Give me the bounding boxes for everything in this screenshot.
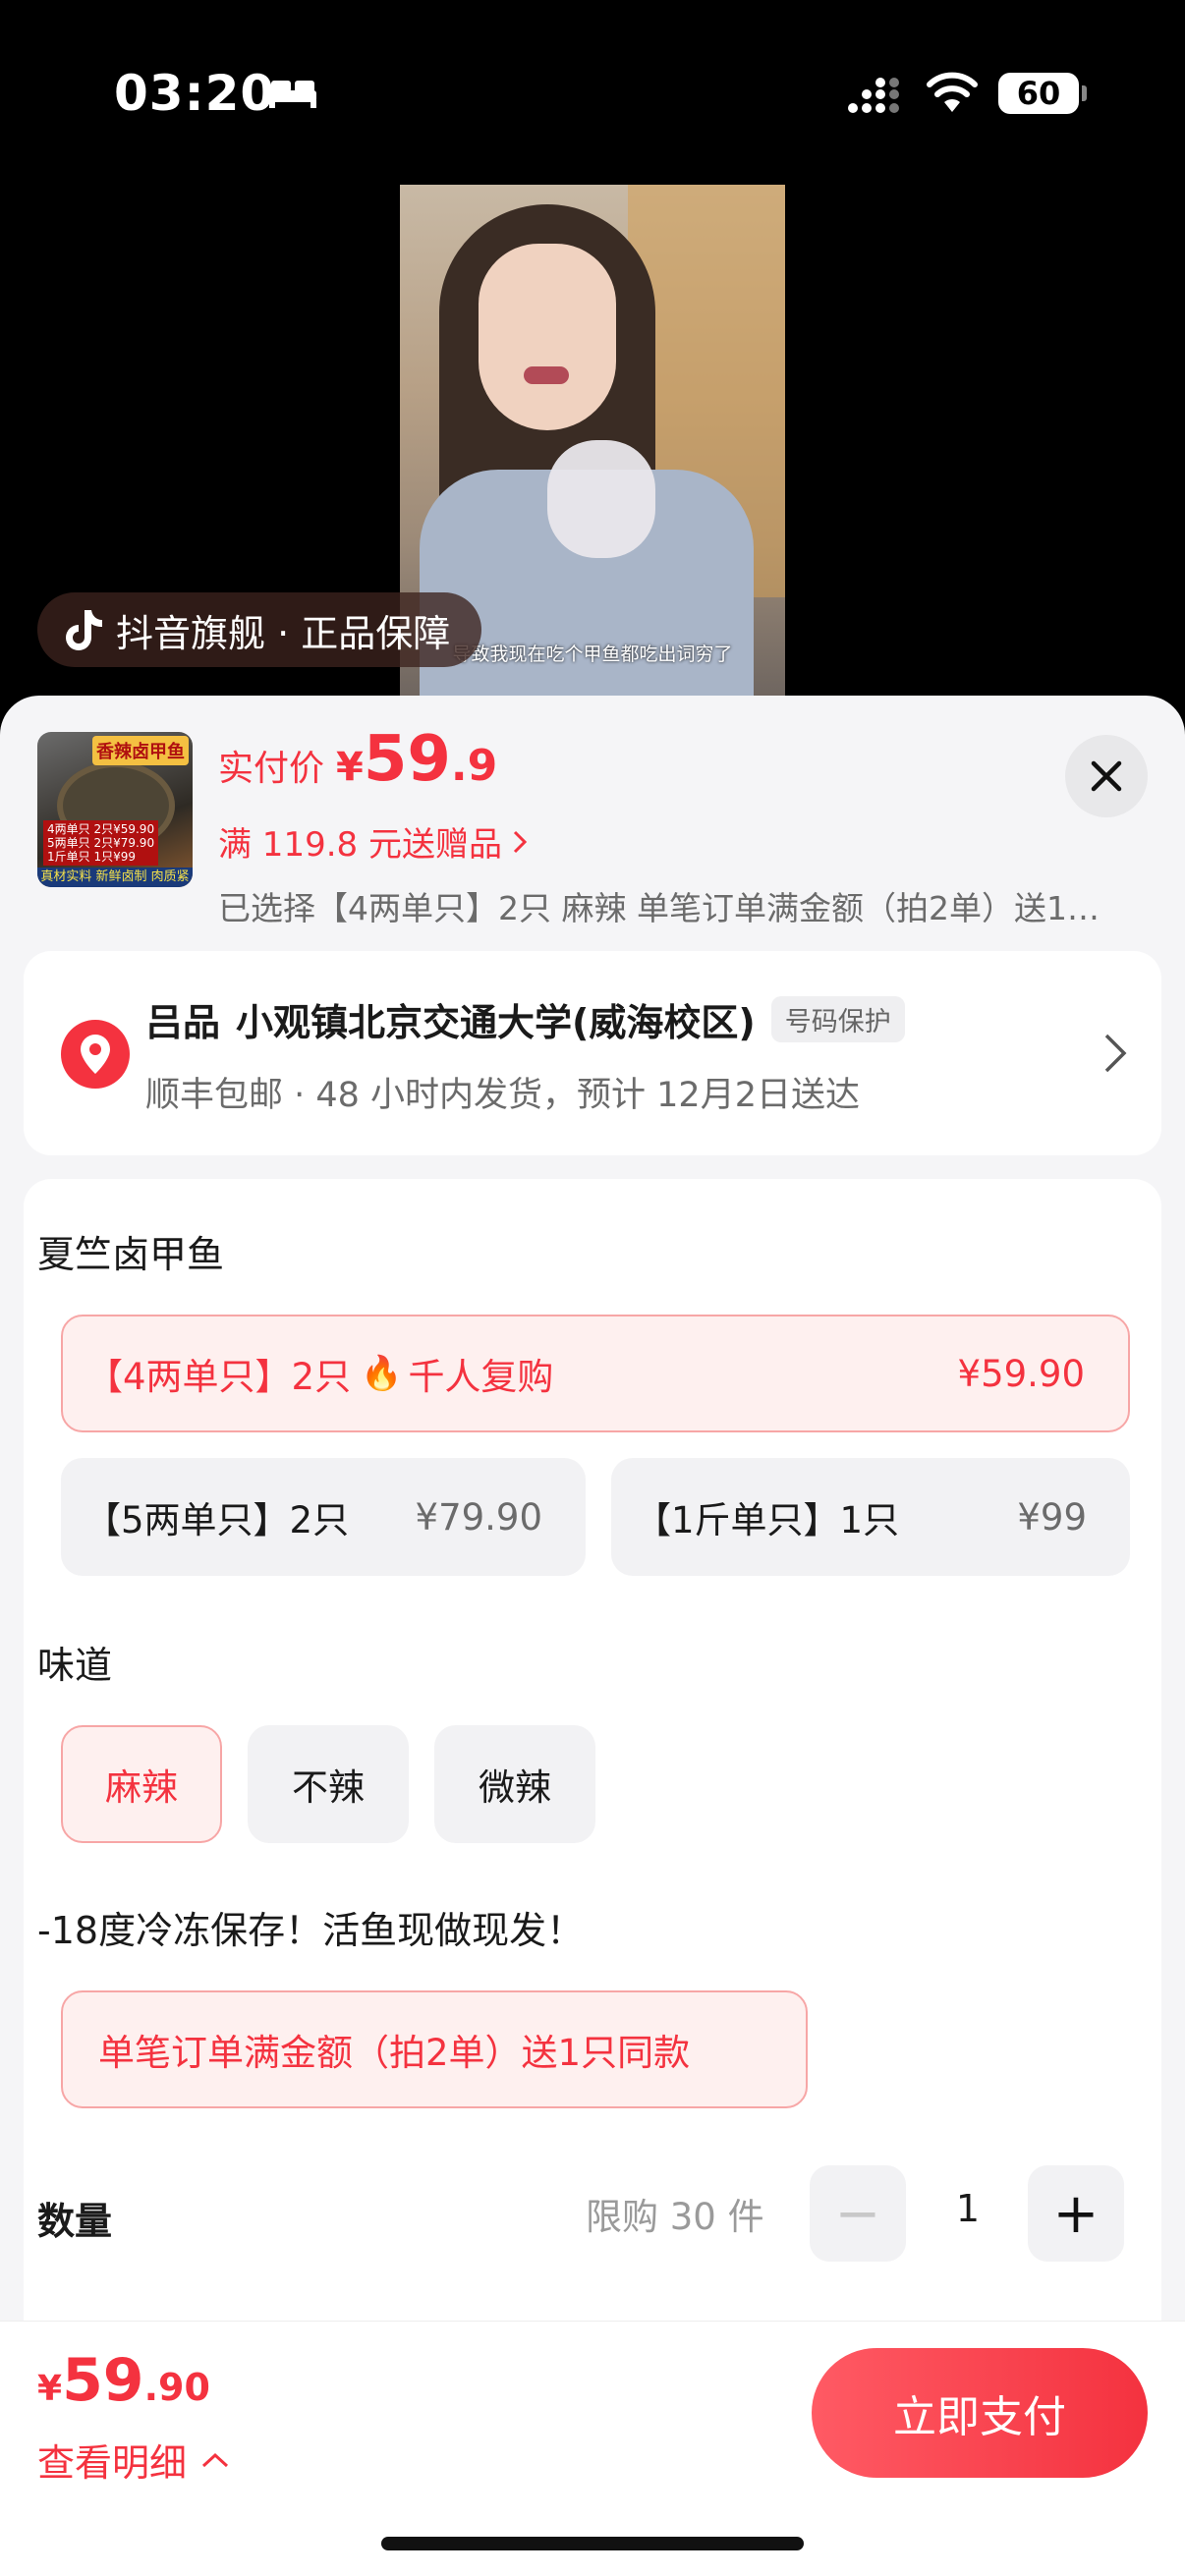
status-bar: 03:20 60 xyxy=(0,0,1185,177)
spec-option-label: 【1斤单只】1只 xyxy=(635,1499,900,1541)
storage-note: -18度冷冻保存！活鱼现做现发！ xyxy=(37,1909,585,1952)
spec-option-hot-tag: 千人复购 xyxy=(408,1356,554,1398)
quantity-value[interactable]: 1 xyxy=(931,2187,1004,2230)
spec-title: 夏竺卤甲鱼 xyxy=(37,1233,225,1276)
spec-option-label: 【5两单只】2只 xyxy=(85,1499,350,1541)
gift-promo-link[interactable]: 满 119.8 元送赠品 xyxy=(218,817,528,866)
spec-option-label: 【4两单只】2只 xyxy=(86,1356,352,1398)
price-integer: 59 xyxy=(363,723,451,796)
thumbnail-tag: 香辣卤甲鱼 xyxy=(92,736,189,765)
recipient-line: 吕品 小观镇北京交通大学(威海校区) 号码保护 xyxy=(145,992,905,1046)
douyin-logo-icon xyxy=(66,610,102,650)
price-decimal: .9 xyxy=(450,741,498,791)
flavor-option-mild-none[interactable]: 不辣 xyxy=(248,1725,409,1843)
close-icon xyxy=(1091,760,1122,792)
sleep-focus-icon xyxy=(269,81,316,108)
close-button[interactable] xyxy=(1065,735,1148,817)
purchase-limit: 限购 30 件 xyxy=(586,2196,764,2238)
flavor-option-mala[interactable]: 麻辣 xyxy=(61,1725,222,1843)
quantity-decrement-button[interactable]: − xyxy=(810,2165,906,2262)
shipping-info: 顺丰包邮 · 48 小时内发货，预计 12月2日送达 xyxy=(145,1076,860,1115)
price-label: 实付价 xyxy=(218,749,325,789)
quantity-increment-button[interactable]: + xyxy=(1028,2165,1124,2262)
total-price: ¥ 59 .90 xyxy=(37,2346,210,2415)
official-store-badge: 抖音旗舰 · 正品保障 xyxy=(37,592,482,667)
total-integer: 59 xyxy=(62,2346,144,2415)
spec-option-1jin[interactable]: 【1斤单只】1只 ¥99 xyxy=(611,1458,1130,1576)
recipient-location: 小观镇北京交通大学(威海校区) xyxy=(236,1001,756,1044)
status-time: 03:20 xyxy=(114,65,276,122)
wifi-icon xyxy=(927,72,978,112)
selected-summary: 已选择【4两单只】2只 麻辣 单笔订单满金额（拍2单）送1只同款 xyxy=(218,889,1114,927)
chevron-right-icon xyxy=(513,830,528,853)
number-protection-badge: 号码保护 xyxy=(770,996,905,1042)
spec-option-price: ¥79.90 xyxy=(415,1495,542,1539)
pay-now-button[interactable]: 立即支付 xyxy=(812,2348,1148,2478)
thumbnail-price-table: 4两单只 2只¥59.90 5两单只 2只¥79.90 1斤单只 1只¥99 xyxy=(43,820,159,866)
promo-option[interactable]: 单笔订单满金额（拍2单）送1只同款 xyxy=(61,1990,808,2108)
price-currency: ¥ xyxy=(336,745,364,790)
total-decimal: .90 xyxy=(143,2366,210,2409)
battery-indicator: 60 xyxy=(998,73,1087,114)
home-indicator[interactable] xyxy=(381,2537,804,2550)
thumbnail-footer: 真材实料 新鲜卤制 肉质紧实 xyxy=(37,868,193,887)
actual-price: 实付价 ¥ 59 .9 xyxy=(218,723,497,796)
gift-promo-text: 满 119.8 元送赠品 xyxy=(218,825,502,865)
spec-option-price: ¥59.90 xyxy=(957,1352,1085,1395)
spec-option-5liang[interactable]: 【5两单只】2只 ¥79.90 xyxy=(61,1458,586,1576)
view-details-link[interactable]: 查看明细 xyxy=(37,2433,230,2487)
cellular-signal-icon xyxy=(848,78,899,113)
product-thumbnail[interactable]: 香辣卤甲鱼 4两单只 2只¥59.90 5两单只 2只¥79.90 1斤单只 1… xyxy=(37,732,193,887)
spec-option-4liang[interactable]: 【4两单只】2只 🔥 千人复购 ¥59.90 xyxy=(61,1315,1130,1432)
location-pin-icon xyxy=(61,1020,130,1089)
chevron-up-icon xyxy=(202,2452,229,2467)
recipient-name: 吕品 xyxy=(145,1001,221,1044)
total-currency: ¥ xyxy=(37,2369,63,2409)
address-card[interactable]: 吕品 小观镇北京交通大学(威海校区) 号码保护 顺丰包邮 · 48 小时内发货，… xyxy=(24,951,1161,1155)
fire-icon: 🔥 xyxy=(361,1354,403,1393)
chevron-right-icon xyxy=(1104,1034,1127,1073)
quantity-label: 数量 xyxy=(37,2200,113,2243)
official-store-label: 抖音旗舰 · 正品保障 xyxy=(116,611,451,655)
flavor-option-mild[interactable]: 微辣 xyxy=(434,1725,595,1843)
spec-option-price: ¥99 xyxy=(1017,1495,1087,1539)
view-details-label: 查看明细 xyxy=(37,2441,188,2485)
flavor-title: 味道 xyxy=(37,1644,113,1687)
